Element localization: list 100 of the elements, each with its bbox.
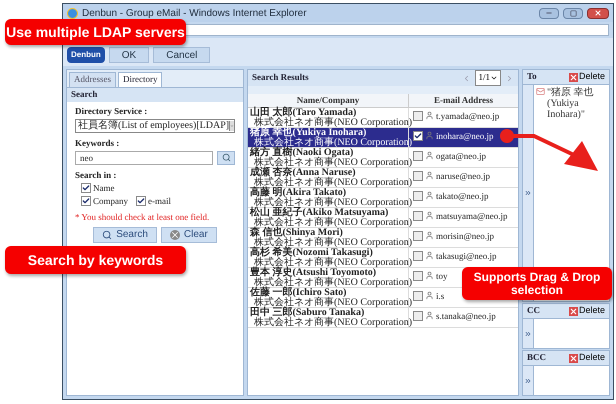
contact-name: 高杉 希美(Nozomi Takasugi) <box>250 248 373 258</box>
next-page-icon[interactable] <box>505 74 514 82</box>
person-icon <box>425 171 434 180</box>
delete-button[interactable]: Delete <box>568 70 605 84</box>
result-row[interactable]: 高藤 明(Akira Takato) 株式会社ネオ商事(NEO Corporation) takato@neo.jp <box>248 188 518 208</box>
check-icon <box>137 197 145 205</box>
delete-button[interactable]: Delete <box>568 304 605 318</box>
callout-tooltip: Search by keywords <box>5 246 186 274</box>
contact-name: 猪原 幸也(Yukiya Inohara) <box>250 128 366 138</box>
person-icon <box>425 251 434 260</box>
result-row[interactable]: 成瀬 杏奈(Anna Naruse) 株式会社ネオ商事(NEO Corporation) naruse@neo.jp <box>248 168 518 188</box>
window-title: Denbun - Group eMail - Windows Internet Explorer <box>82 6 307 20</box>
person-icon <box>425 231 434 240</box>
search-icon[interactable] <box>217 150 235 164</box>
email-address: takasugi@neo.jp <box>436 251 497 261</box>
email-address: naruse@neo.jp <box>436 171 490 181</box>
contact-name: 佐藤 一郎(Ichiro Sato) <box>250 288 346 298</box>
column-header: Name/Company <box>248 94 409 107</box>
result-row[interactable]: 田中 三郎(Saburo Tanaka) 株式会社ネオ商事(NEO Corporation) s.tanaka@neo.jp <box>248 308 518 328</box>
clear-button[interactable]: Clear <box>160 226 217 242</box>
caret-icon <box>490 74 498 82</box>
close-button[interactable] <box>587 8 609 18</box>
recipient-label: CC <box>527 304 541 318</box>
recipient-entry[interactable]: "猪原 幸也(Yukiya Inohara)" <box>547 87 607 120</box>
checkbox[interactable] <box>413 291 423 301</box>
callout-tooltip: Use multiple LDAP servers <box>5 19 186 45</box>
result-row[interactable]: 森 信也(Shinya Mori) 株式会社ネオ商事(NEO Corporation) morisin@neo.jp <box>248 228 518 248</box>
checkbox[interactable] <box>413 191 423 201</box>
checkbox[interactable] <box>136 196 146 206</box>
checkbox[interactable] <box>81 183 91 193</box>
contact-name: 緒方 直樹(Naoki Ogata) <box>250 148 354 158</box>
panel-title: Search Results <box>252 71 310 84</box>
checkbox[interactable] <box>413 151 423 161</box>
callout-tooltip: Supports Drag & Drop selection <box>462 267 612 300</box>
contact-name: 高藤 明(Akira Takato) <box>250 188 346 198</box>
page-dropdown[interactable]: 1/1 <box>475 70 501 86</box>
field-label: Directory Service : <box>75 106 148 116</box>
minimize-button[interactable] <box>539 8 559 18</box>
checkbox[interactable] <box>81 196 91 206</box>
delete-icon <box>568 72 578 82</box>
contact-name: 松山 亜紀子(Akiko Matsuyama) <box>250 208 388 218</box>
email-address: t.yamada@neo.jp <box>436 111 500 121</box>
maximize-icon <box>570 10 576 16</box>
checkbox[interactable] <box>413 111 423 121</box>
checkbox[interactable] <box>413 251 423 261</box>
checkbox[interactable] <box>413 231 423 241</box>
person-icon <box>425 271 434 280</box>
checkbox[interactable] <box>413 271 423 281</box>
person-icon <box>425 111 434 120</box>
contact-name: 森 信也(Shinya Mori) <box>250 228 343 238</box>
checkbox-label: e-mail <box>148 196 171 206</box>
field-label: Search in : <box>75 170 118 180</box>
result-row[interactable]: 松山 亜紀子(Akiko Matsuyama) 株式会社ネオ商事(NEO Corporation) matsuyama@neo.jp <box>248 208 518 228</box>
checkbox[interactable] <box>413 131 423 141</box>
checkbox[interactable] <box>413 211 423 221</box>
caret-icon <box>229 120 234 130</box>
keyword-field[interactable]: neo <box>75 150 213 164</box>
tab[interactable]: Directory <box>118 72 162 86</box>
checkbox[interactable] <box>413 311 423 321</box>
contact-name: 田中 三郎(Saburo Tanaka) <box>250 308 364 318</box>
email-address: i.s <box>436 291 444 301</box>
column-header: E-mail Address <box>432 94 494 107</box>
warning-text: * You should check at least one field. <box>75 212 210 222</box>
browser-globe-icon <box>67 8 78 18</box>
checkbox[interactable] <box>413 171 423 181</box>
field-label: Keywords : <box>75 138 120 148</box>
email-address: takato@neo.jp <box>436 191 489 201</box>
person-icon <box>425 151 434 160</box>
person-icon <box>425 211 434 220</box>
email-address: ogata@neo.jp <box>436 151 486 161</box>
directory-dropdown[interactable]: 社員名簿(List of employees)[LDAP] <box>75 118 235 132</box>
toolbar-button[interactable]: OK <box>108 47 150 63</box>
person-icon <box>425 131 434 140</box>
email-address: morisin@neo.jp <box>436 231 494 241</box>
section-header: Search <box>67 88 243 102</box>
email-address: matsuyama@neo.jp <box>436 211 508 221</box>
contact-name: 豊本 淳史(Atsushi Toyomoto) <box>250 268 376 278</box>
logo: Denbun <box>67 47 105 63</box>
mail-icon <box>536 87 545 96</box>
result-row[interactable]: 緒方 直樹(Naoki Ogata) 株式会社ネオ商事(NEO Corporation) ogata@neo.jp <box>248 148 518 168</box>
delete-button[interactable]: Delete <box>568 351 605 365</box>
checkbox-label: Name <box>93 182 114 194</box>
tab[interactable]: Addresses <box>69 72 116 86</box>
result-row[interactable]: 山田 太郎(Taro Yamada) 株式会社ネオ商事(NEO Corporation) t.yamada@neo.jp <box>248 108 518 128</box>
contact-name: 成瀬 杏奈(Anna Naruse) <box>250 168 356 178</box>
maximize-button[interactable] <box>563 8 583 18</box>
email-address: inohara@neo.jp <box>436 131 494 141</box>
recipient-label: To <box>527 70 538 84</box>
email-address: s.tanaka@neo.jp <box>436 311 496 321</box>
delete-icon <box>568 306 578 316</box>
person-icon <box>425 291 434 300</box>
toolbar-button[interactable]: Cancel <box>153 47 210 63</box>
recipient-label: BCC <box>527 351 548 364</box>
search-button[interactable]: Search <box>93 226 157 242</box>
person-icon <box>425 311 434 320</box>
checkbox-label: Company <box>93 196 128 206</box>
search-icon <box>102 230 112 240</box>
close-icon <box>594 9 602 17</box>
person-icon <box>425 191 434 200</box>
delete-icon <box>568 354 578 362</box>
